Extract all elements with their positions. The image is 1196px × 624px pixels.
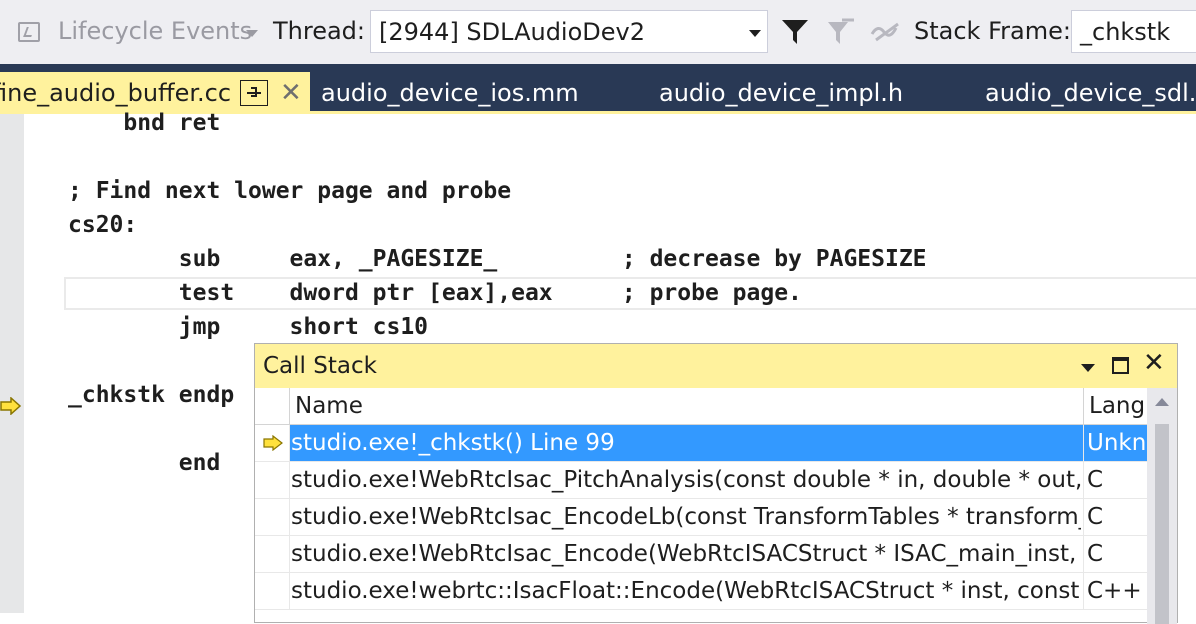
close-icon[interactable]: ✕ <box>280 72 302 114</box>
call-stack-title-bar[interactable]: Call Stack ✕ <box>255 344 1177 388</box>
frame-name: studio.exe!webrtc::IsacFloat::Encode(Web… <box>291 578 1081 604</box>
lifecycle-events-icon[interactable] <box>18 22 40 42</box>
stack-frame-select[interactable]: _chkstk <box>1071 10 1196 53</box>
code-line: test dword ptr [eax],eax ; probe page. <box>68 280 802 306</box>
thread-value: [2944] SDLAudioDev2 <box>379 18 646 46</box>
frame-lang: C <box>1087 467 1104 493</box>
call-stack-row-selected[interactable]: studio.exe!_chkstk() Line 99 Unkn <box>255 425 1147 462</box>
pin-icon[interactable] <box>240 80 268 106</box>
row-icon-cell <box>255 462 290 498</box>
tab-audio-device-impl[interactable]: audio_device_impl.h <box>659 72 903 114</box>
frame-lang: C <box>1087 541 1104 567</box>
code-line: ; Find next lower page and probe <box>68 178 512 204</box>
frame-name: studio.exe!WebRtcIsac_EncodeLb(const Tra… <box>291 504 1081 530</box>
frame-name: studio.exe!WebRtcIsac_PitchAnalysis(cons… <box>291 467 1081 493</box>
frame-lang: C <box>1087 504 1104 530</box>
row-icon-cell <box>255 573 290 609</box>
column-divider[interactable] <box>289 388 290 424</box>
code-line: sub eax, _PAGESIZE_ ; decrease by PAGESI… <box>68 246 927 272</box>
chevron-down-icon[interactable] <box>246 30 258 37</box>
cell-divider <box>1083 573 1084 609</box>
frame-lang: Unkn <box>1087 430 1147 456</box>
call-stack-header: Name Lang <box>255 388 1177 425</box>
thread-select[interactable]: [2944] SDLAudioDev2 <box>370 10 768 53</box>
stack-frame-label: Stack Frame: <box>914 17 1071 45</box>
call-stack-grid: Name Lang studio.exe!_chkstk() Line 99 U… <box>255 388 1177 624</box>
chevron-down-icon[interactable] <box>749 30 761 37</box>
debug-location-toolbar: Lifecycle Events Thread: [2944] SDLAudio… <box>0 0 1196 65</box>
window-position-dropdown-icon[interactable] <box>1081 364 1095 372</box>
code-line: end <box>68 450 221 476</box>
call-stack-title: Call Stack <box>263 353 377 379</box>
row-icon-cell <box>255 536 290 572</box>
code-line: jmp short cs10 <box>68 314 429 340</box>
column-divider[interactable] <box>1083 388 1084 424</box>
call-stack-row[interactable]: studio.exe!webrtc::IsacFloat::Encode(Web… <box>255 573 1147 610</box>
editor-gutter[interactable] <box>0 114 24 613</box>
stack-frame-value: _chkstk <box>1080 18 1171 46</box>
column-header-lang[interactable]: Lang <box>1089 393 1145 419</box>
frame-name: studio.exe!WebRtcIsac_Encode(WebRtcISACS… <box>291 541 1081 567</box>
code-line: _chkstk endp <box>68 382 235 408</box>
close-icon[interactable]: ✕ <box>1143 348 1165 378</box>
column-header-name[interactable]: Name <box>295 393 363 419</box>
cell-divider <box>1083 462 1084 498</box>
vertical-scrollbar[interactable] <box>1147 388 1177 624</box>
filter-clear-icon[interactable] <box>826 18 856 46</box>
current-frame-arrow-icon <box>263 435 283 451</box>
filter-icon[interactable] <box>780 18 810 46</box>
frame-name: studio.exe!_chkstk() Line 99 <box>291 430 615 456</box>
maximize-icon[interactable] <box>1112 357 1129 374</box>
flag-threads-icon[interactable] <box>870 20 902 44</box>
call-stack-row[interactable]: studio.exe!WebRtcIsac_PitchAnalysis(cons… <box>255 462 1147 499</box>
lifecycle-events-dropdown[interactable]: Lifecycle Events <box>58 17 252 45</box>
row-icon-cell <box>255 499 290 535</box>
cell-divider <box>1083 499 1084 535</box>
scrollbar-thumb[interactable] <box>1155 424 1169 624</box>
tab-fine-audio-buffer[interactable]: fine_audio_buffer.cc ✕ <box>0 72 310 114</box>
code-line: bnd ret <box>68 110 221 136</box>
code-line: cs20: <box>68 212 138 238</box>
tab-label: fine_audio_buffer.cc <box>0 79 232 107</box>
call-stack-row[interactable]: studio.exe!WebRtcIsac_EncodeLb(const Tra… <box>255 499 1147 536</box>
tab-audio-device-ios[interactable]: audio_device_ios.mm <box>321 72 579 114</box>
current-statement-arrow-icon <box>0 397 22 415</box>
cell-divider <box>1083 425 1084 461</box>
thread-label: Thread: <box>273 17 366 45</box>
row-icon-cell <box>255 425 290 461</box>
cell-divider <box>1083 536 1084 572</box>
scroll-up-icon[interactable] <box>1155 398 1169 406</box>
frame-lang: C++ <box>1087 578 1142 604</box>
tab-audio-device-sdl[interactable]: audio_device_sdl.h <box>985 72 1196 114</box>
call-stack-window: Call Stack ✕ Name Lang studio.exe!_chkst… <box>254 343 1178 624</box>
call-stack-row[interactable]: studio.exe!WebRtcIsac_Encode(WebRtcISACS… <box>255 536 1147 573</box>
